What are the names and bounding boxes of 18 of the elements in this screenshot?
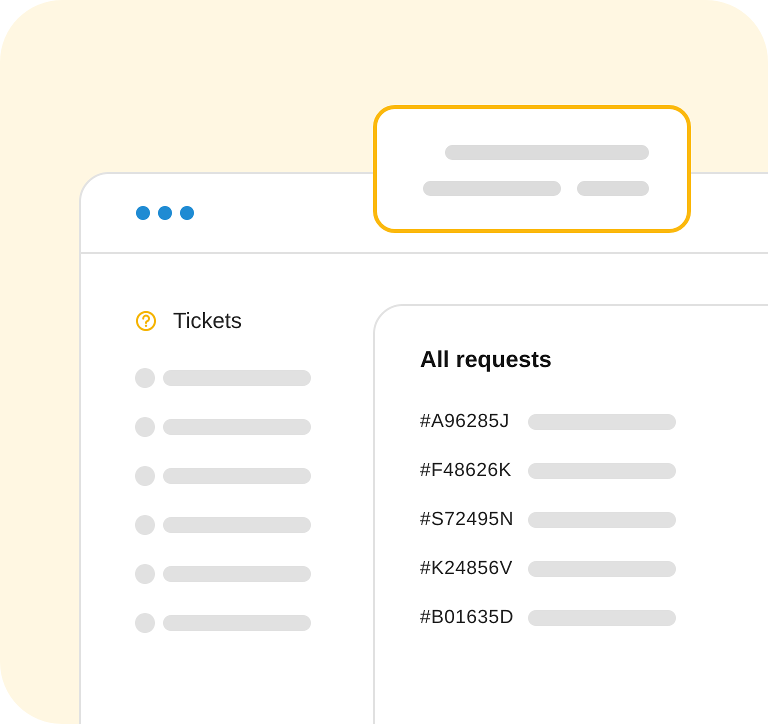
panel-title: All requests xyxy=(420,346,553,374)
request-id: #A96285J xyxy=(420,410,511,434)
placeholder-dot xyxy=(135,564,155,584)
placeholder-bar xyxy=(577,181,649,196)
window-dot xyxy=(136,206,150,220)
placeholder-dot xyxy=(135,514,155,534)
request-id: #K24856V xyxy=(420,556,514,581)
placeholder-dot xyxy=(135,466,155,486)
help-icon xyxy=(135,310,157,332)
window-dot xyxy=(158,206,172,220)
placeholder-dot xyxy=(135,368,155,388)
placeholder-dot xyxy=(135,416,155,436)
request-id: #S72495N xyxy=(420,508,515,532)
request-id: #F48626K xyxy=(420,458,513,483)
window-dot xyxy=(180,206,194,220)
sidebar-title: Tickets xyxy=(173,307,242,335)
placeholder-dot xyxy=(135,612,155,632)
request-id: #B01635D xyxy=(420,606,515,630)
